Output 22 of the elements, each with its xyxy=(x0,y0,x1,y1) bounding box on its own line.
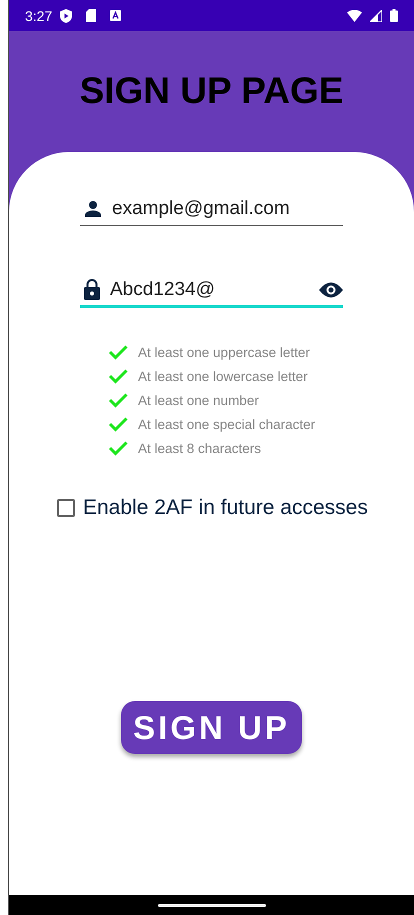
password-field[interactable]: Abcd1234@ xyxy=(80,274,343,308)
eye-icon[interactable] xyxy=(319,282,343,298)
status-time: 3:27 xyxy=(25,8,52,24)
lock-icon xyxy=(84,279,100,300)
app-icon xyxy=(110,10,122,21)
sd-card-icon xyxy=(86,9,96,22)
sign-up-button[interactable]: SIGN UP xyxy=(121,701,302,754)
page-title: SIGN UP PAGE xyxy=(80,70,344,112)
requirement-text: At least one uppercase letter xyxy=(138,344,310,360)
checkbox[interactable] xyxy=(57,499,75,517)
shield-icon xyxy=(60,8,72,22)
requirement-text: At least 8 characters xyxy=(138,440,262,456)
email-field[interactable]: example@gmail.com xyxy=(80,192,343,226)
checkbox-label[interactable]: Enable 2AF in future accesses xyxy=(83,496,368,520)
requirement-text: At least one number xyxy=(138,392,259,408)
home-handle[interactable] xyxy=(158,904,266,906)
person-icon xyxy=(84,200,102,218)
requirement-text: At least one lowercase letter xyxy=(138,368,308,384)
signal-icon xyxy=(370,10,382,22)
requirement-text: At least one special character xyxy=(138,416,316,432)
battery-icon xyxy=(390,9,398,22)
wifi-icon xyxy=(347,10,362,22)
